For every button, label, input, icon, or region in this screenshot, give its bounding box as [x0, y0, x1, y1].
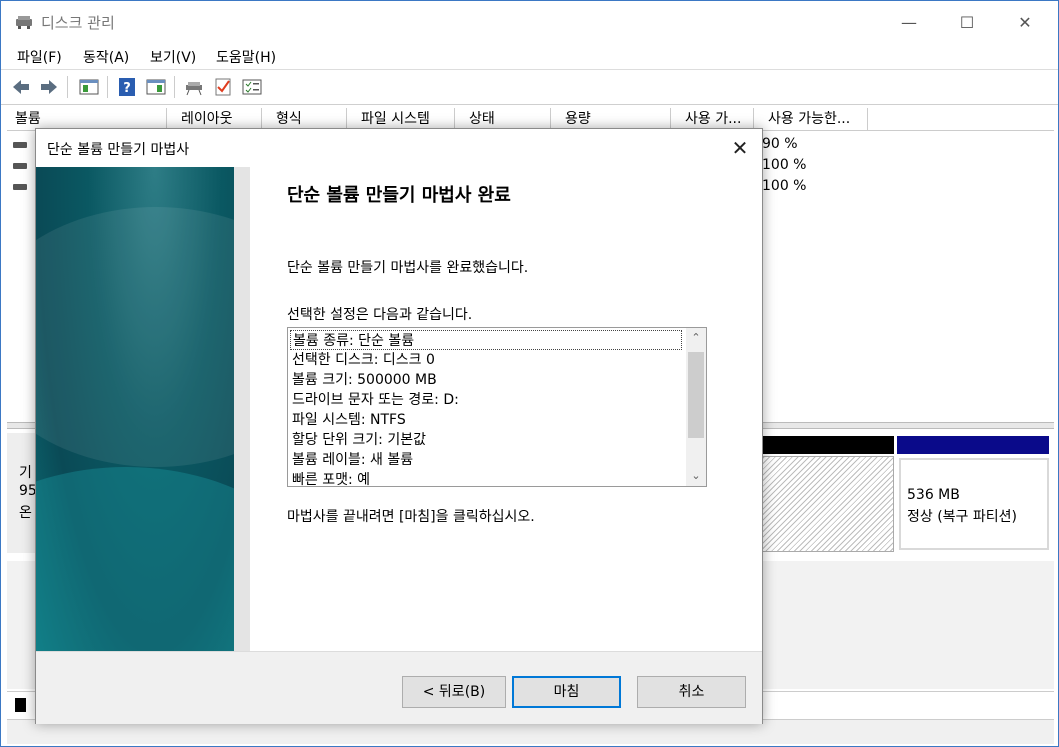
volume-icon [13, 184, 27, 190]
minimize-icon: — [901, 12, 917, 32]
show-pane-icon[interactable] [146, 77, 166, 97]
partition-status: 정상 (복구 파티션) [907, 509, 1017, 525]
percent-free-cell: 90 % [762, 136, 798, 152]
volume-icon [13, 163, 27, 169]
finish-hint: 마법사를 끝내려면 [마침]을 클릭하십시오. [287, 509, 535, 525]
toolbar-separator [174, 76, 175, 98]
settings-line: 드라이브 문자 또는 경로: D: [292, 392, 459, 408]
menu-action[interactable]: 동작(A) [83, 47, 129, 67]
title-bar: 디스크 관리 — ☐ ✕ [1, 1, 1058, 43]
simple-volume-wizard-dialog: 단순 볼륨 만들기 마법사 ✕ 단순 볼륨 만들기 마법사 완료 단순 볼륨 만… [35, 128, 763, 724]
recovery-partition[interactable]: 536 MB 정상 (복구 파티션) [899, 458, 1049, 550]
svg-text:?: ? [123, 81, 131, 96]
scrollbar-thumb[interactable] [688, 352, 704, 438]
recovery-partition-header [897, 436, 1049, 454]
settings-line: 볼륨 레이블: 새 볼륨 [292, 452, 414, 468]
unallocated-partition[interactable] [758, 456, 894, 552]
settings-line: 볼륨 종류: 단순 볼륨 [290, 330, 682, 350]
settings-summary-list[interactable]: 볼륨 종류: 단순 볼륨 선택한 디스크: 디스크 0 볼륨 크기: 50000… [287, 327, 707, 487]
toolbar: ? [1, 69, 1058, 105]
volume-icon [13, 142, 27, 148]
window-title: 디스크 관리 [41, 14, 115, 32]
settings-line: 할당 단위 크기: 기본값 [292, 432, 426, 448]
column-volume[interactable]: 볼륨 [7, 108, 167, 130]
disk-label-text: 기 [19, 465, 32, 481]
check-icon[interactable] [213, 77, 233, 97]
connect-icon[interactable] [184, 77, 204, 97]
banner-divider [234, 167, 250, 651]
wizard-title: 단순 볼륨 만들기 마법사 [47, 142, 190, 158]
partition-size: 536 MB [907, 487, 960, 503]
unallocated-partition-header [758, 436, 894, 454]
settings-line: 볼륨 크기: 500000 MB [292, 372, 437, 388]
wizard-close-button[interactable]: ✕ [718, 129, 762, 167]
disk-management-icon [16, 16, 32, 29]
settings-line: 파일 시스템: NTFS [292, 412, 406, 428]
scroll-down-icon[interactable]: ⌄ [686, 466, 706, 486]
banner-wave [36, 467, 234, 651]
minimize-button[interactable]: — [880, 1, 938, 43]
close-icon: ✕ [731, 136, 749, 160]
disk-status-text: 온 [19, 505, 32, 521]
column-capacity[interactable]: 용량 [551, 108, 671, 130]
column-layout[interactable]: 레이아웃 [167, 108, 262, 130]
percent-free-cell: 100 % [762, 157, 807, 173]
maximize-icon: ☐ [959, 12, 975, 32]
wizard-banner-image [36, 167, 234, 651]
menu-bar: 파일(F) 동작(A) 보기(V) 도움말(H) [1, 43, 1058, 69]
settings-label: 선택한 설정은 다음과 같습니다. [287, 307, 473, 323]
summary-scrollbar[interactable]: ⌃ ⌄ [686, 328, 706, 486]
wizard-title-bar: 단순 볼륨 만들기 마법사 ✕ [36, 129, 762, 167]
wizard-button-bar: < 뒤로(B) 마침 취소 [36, 651, 762, 724]
menu-help[interactable]: 도움말(H) [216, 47, 276, 67]
percent-free-cell: 100 % [762, 178, 807, 194]
column-status[interactable]: 상태 [455, 108, 551, 130]
back-button[interactable]: < 뒤로(B) [402, 676, 506, 708]
properties-icon[interactable] [242, 77, 262, 97]
close-icon: ✕ [1018, 12, 1032, 32]
column-file-system[interactable]: 파일 시스템 [347, 108, 455, 130]
finish-button[interactable]: 마침 [512, 676, 621, 708]
toolbar-separator [107, 76, 108, 98]
scroll-up-icon[interactable]: ⌃ [686, 328, 706, 348]
wizard-heading: 단순 볼륨 만들기 마법사 완료 [287, 185, 511, 206]
close-button[interactable]: ✕ [996, 1, 1054, 43]
wizard-completion-message: 단순 볼륨 만들기 마법사를 완료했습니다. [287, 260, 529, 276]
column-type[interactable]: 형식 [262, 108, 347, 130]
back-icon[interactable] [11, 77, 31, 97]
settings-line: 선택한 디스크: 디스크 0 [292, 352, 435, 368]
menu-view[interactable]: 보기(V) [150, 47, 196, 67]
banner-wave [36, 207, 234, 467]
cancel-button[interactable]: 취소 [637, 676, 746, 708]
help-icon[interactable]: ? [117, 77, 137, 97]
column-free-space[interactable]: 사용 가... [671, 108, 754, 130]
column-percent-free[interactable]: 사용 가능한... [754, 108, 868, 130]
menu-file[interactable]: 파일(F) [17, 47, 62, 67]
maximize-button[interactable]: ☐ [938, 1, 996, 43]
forward-icon[interactable] [39, 77, 59, 97]
toolbar-separator [67, 76, 68, 98]
legend-unallocated-swatch [15, 698, 26, 712]
console-tree-icon[interactable] [79, 77, 99, 97]
settings-line: 빠른 포맷: 예 [292, 472, 371, 487]
